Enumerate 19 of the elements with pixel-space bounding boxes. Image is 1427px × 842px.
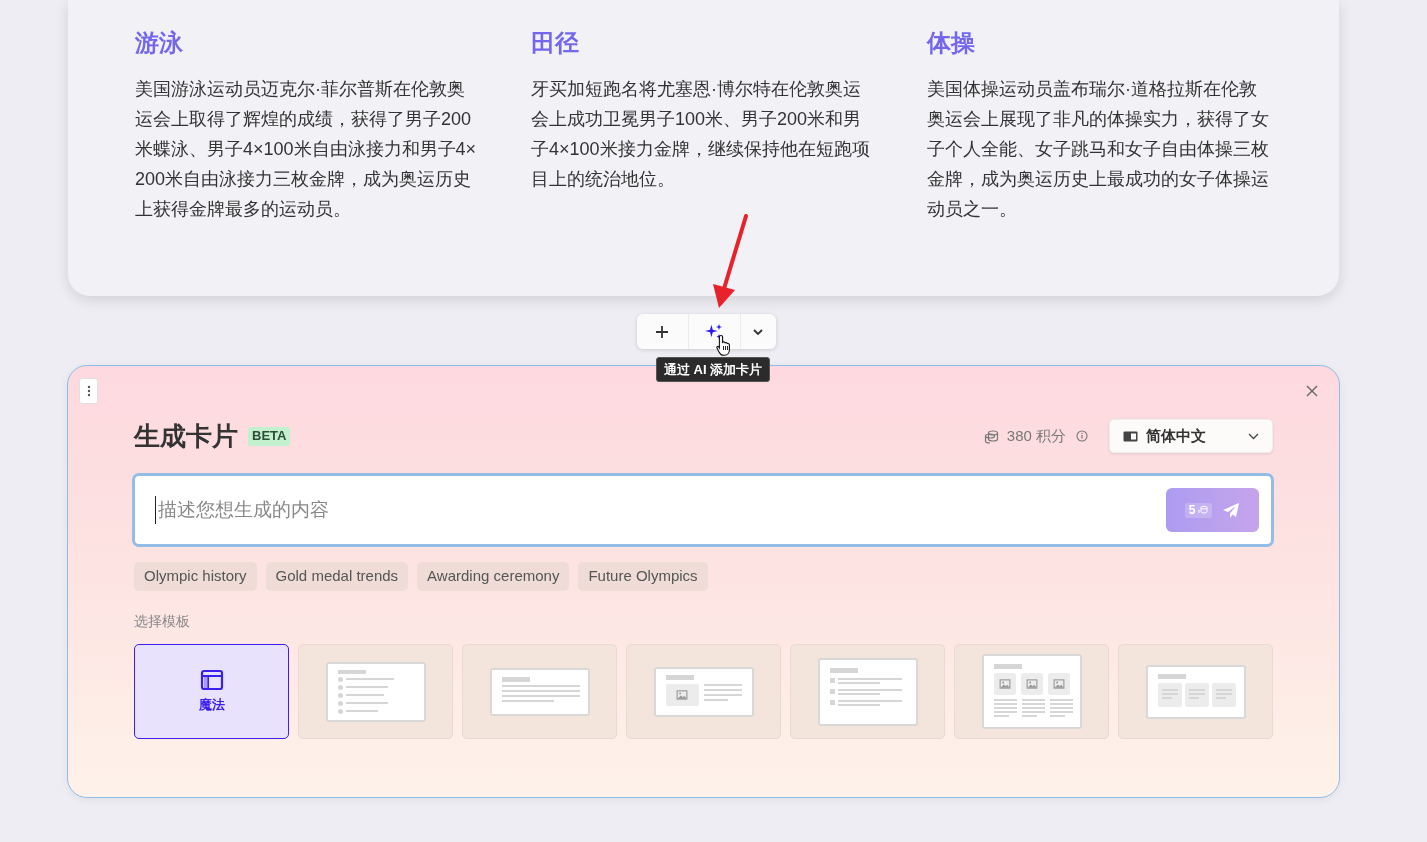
beta-badge: BETA [248, 426, 291, 446]
section-title: 体操 [927, 28, 976, 58]
section-title: 田径 [531, 28, 580, 58]
suggestion-chip[interactable]: Gold medal trends [265, 562, 409, 591]
section-paragraph: 美国体操运动员盖布瑞尔·道格拉斯在伦敦奥运会上展现了非凡的体操实力，获得了女子个人全能、女子跳马和女子自由体操三枚金牌，成为奥运历史上最成功的女子体操运动员之一。 [927, 78, 1270, 221]
template-label: 选择模板 [134, 612, 191, 631]
prompt-input[interactable]: 描述您想生成的内容 [155, 495, 1166, 525]
template-option[interactable]: 魔法 [134, 644, 289, 739]
section-paragraph: 牙买加短跑名将尤塞恩·博尔特在伦敦奥运会上成功卫冕男子100米、男子200米和男子4×100米接力金牌，继续保持他在短跑项目上的统治地位。 [531, 78, 871, 191]
credits-text: 380 积分 [1006, 425, 1066, 446]
tooltip: 通过 AI 添加卡片 [656, 357, 771, 382]
language-select[interactable]: 简体中文 [1109, 419, 1273, 453]
panel-title: 生成卡片 [134, 419, 238, 453]
suggestion-chip[interactable]: Olympic history [134, 562, 257, 591]
suggestion-chip[interactable]: Awarding ceremony [417, 562, 570, 591]
section-title: 游泳 [135, 28, 184, 58]
cost-badge: 5 [1184, 502, 1213, 518]
suggestion-chip[interactable]: Future Olympics [578, 562, 708, 591]
section-paragraph: 美国游泳运动员迈克尔·菲尔普斯在伦敦奥运会上取得了辉煌的成绩，获得了男子200米蝶泳、男子4×100米自由泳接力和男子4×200米自由泳接力三枚金牌，成为奥运历史上获得金牌最多的运动员。 [135, 78, 478, 221]
